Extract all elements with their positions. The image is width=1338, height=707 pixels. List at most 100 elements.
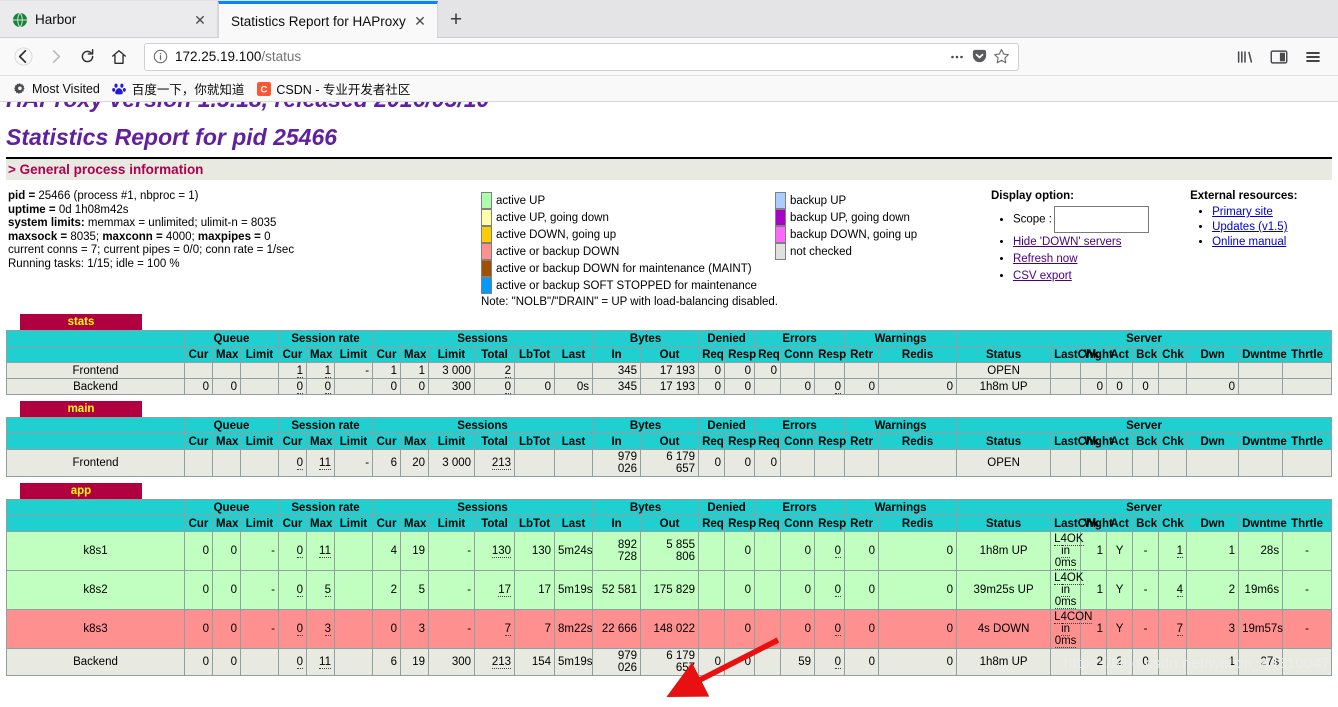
table-row: Backend 0 0 0 0 0 0 300 0 0 0s 345 17 193 0 0 0 0 0 0 1h8m …	[6, 378, 1332, 395]
proxy-block-stats: stats Queue Session rate Sessions Bytes Denie…	[6, 314, 1332, 395]
cell-chk: 7	[1158, 609, 1188, 649]
column-header: Limit	[428, 433, 476, 450]
proxy-name-stats[interactable]: stats	[20, 314, 142, 330]
column-header: Resp	[724, 433, 756, 450]
column-group-bytes: Bytes	[592, 499, 700, 516]
forward-button	[40, 42, 70, 72]
bookmark-csdn[interactable]: C CSDN - 专业开发者社区	[250, 77, 416, 100]
scope-label: Scope :	[1012, 213, 1052, 226]
info-icon[interactable]	[151, 48, 169, 66]
refresh-now-link[interactable]: Refresh now	[1013, 253, 1078, 265]
table-corner-cell	[6, 433, 185, 450]
bookmark-baidu[interactable]: 百度一下，你就知道	[106, 77, 251, 100]
online-manual-link[interactable]: Online manual	[1212, 236, 1286, 248]
maxpipes-label: maxpipes =	[197, 230, 265, 243]
proxy-name-main[interactable]: main	[20, 401, 142, 417]
scope-input[interactable]	[1053, 206, 1149, 233]
column-header: Chk	[1158, 515, 1188, 532]
home-button[interactable]	[104, 42, 134, 72]
sidebar-icon[interactable]	[1264, 42, 1294, 72]
library-icon[interactable]	[1230, 42, 1260, 72]
reload-button[interactable]	[72, 42, 102, 72]
ellipsis-icon[interactable]	[946, 46, 968, 68]
cell-sr-limit	[333, 531, 374, 571]
cell-e-resp	[814, 362, 846, 379]
column-header: Bck	[1132, 433, 1160, 450]
socket-limits-line: maxsock = 8035; maxconn = 4000; maxpipes…	[8, 231, 481, 245]
tab-harbor[interactable]: Harbor ✕	[0, 1, 218, 38]
column-group-queue: Queue	[184, 417, 279, 434]
back-button[interactable]	[8, 42, 38, 72]
bookmark-most-visited[interactable]: Most Visited	[6, 79, 106, 98]
cell-b-out: 17 193	[640, 362, 700, 379]
column-header: Cur	[184, 515, 213, 532]
new-tab-button[interactable]: +	[438, 1, 474, 38]
column-header: Wght	[1080, 346, 1113, 363]
column-header: Limit	[428, 515, 476, 532]
cell-thrtle: -	[1282, 570, 1332, 610]
cell-b-out: 175 829	[640, 570, 700, 610]
proxy-name-app[interactable]: app	[20, 483, 142, 499]
cell-q-cur: 0	[184, 531, 213, 571]
online-manual-item: Online manual	[1212, 236, 1332, 248]
cell-dwn: 0	[1186, 378, 1240, 395]
cell-value: 11	[319, 656, 331, 669]
tab-haproxy-stats[interactable]: Statistics Report for HAProxy ✕	[218, 1, 438, 38]
csv-export-link[interactable]: CSV export	[1013, 270, 1072, 282]
cell-thrtle	[1282, 378, 1332, 395]
column-header: Limit	[240, 515, 279, 532]
info-region: pid = 25466 (process #1, nbproc = 1) upt…	[6, 182, 1332, 308]
cell-value: 17	[498, 584, 512, 597]
legend-item: backup DOWN, going up	[774, 226, 917, 243]
address-bar[interactable]: 172.25.19.100/status	[144, 42, 1019, 71]
updates-link[interactable]: Updates (v1.5)	[1212, 221, 1287, 233]
cell-e-resp: 0	[814, 648, 846, 676]
cell-q-max: 0	[212, 531, 241, 571]
cell-thrtle: -	[1282, 531, 1332, 571]
cell-s-lbtot: 0	[514, 378, 556, 395]
cell-e-conn: 0	[780, 531, 816, 571]
cell-b-out: 148 022	[640, 609, 700, 649]
column-header: Redis	[878, 433, 958, 450]
pid-line: pid = 25466 (process #1, nbproc = 1)	[8, 190, 481, 204]
cell-d-req: 0	[698, 449, 726, 477]
column-header: Last	[554, 346, 594, 363]
cell-d-resp: 0	[724, 609, 756, 649]
hide-down-servers-link[interactable]: Hide 'DOWN' servers	[1013, 236, 1122, 248]
cell-lastchk: L4OK in 0ms	[1050, 531, 1084, 571]
column-group-errors: Errors	[754, 330, 846, 347]
cell-s-cur: 6	[372, 449, 402, 477]
column-header: Total	[474, 346, 516, 363]
close-icon[interactable]: ✕	[191, 11, 209, 29]
cell-q-max: 0	[212, 378, 241, 395]
cell-d-resp: 0	[724, 378, 756, 395]
column-header: Dwntme	[1238, 346, 1287, 363]
cell-value: L4OK in 0ms	[1054, 572, 1084, 609]
column-header: Resp	[814, 346, 846, 363]
pocket-icon[interactable]	[968, 46, 990, 68]
hamburger-menu-icon[interactable]	[1298, 42, 1328, 72]
close-icon[interactable]: ✕	[411, 12, 429, 30]
table-corner-cell	[6, 515, 185, 532]
legend-label: active or backup SOFT STOPPED for mainte…	[495, 279, 757, 292]
table-corner-cell	[6, 417, 185, 434]
primary-site-link[interactable]: Primary site	[1212, 206, 1273, 218]
legend-swatch	[480, 260, 492, 277]
bookmarks-bar: Most Visited 百度一下，你就知道 C CSDN - 专业开发者社区	[0, 76, 1338, 102]
cell-wght	[1080, 362, 1108, 379]
cell-status: OPEN	[956, 449, 1052, 477]
cell-s-total: 213	[474, 648, 516, 676]
column-group-denied: Denied	[698, 499, 756, 516]
column-group-sessions: Sessions	[372, 417, 594, 434]
column-header: Max	[212, 346, 241, 363]
system-limits-label: system limits:	[8, 217, 88, 229]
cell-s-cur: 6	[372, 648, 402, 676]
star-icon[interactable]	[990, 46, 1012, 68]
csv-export-item: CSV export	[1013, 269, 1180, 284]
cell-s-cur: 0	[372, 378, 402, 395]
cell-s-max: 19	[400, 531, 430, 571]
legend-swatch	[480, 209, 492, 226]
legend-swatch	[480, 226, 492, 243]
url-host: 172.25.19.100	[175, 49, 262, 64]
page-title: Statistics Report for pid 25466	[6, 124, 338, 150]
